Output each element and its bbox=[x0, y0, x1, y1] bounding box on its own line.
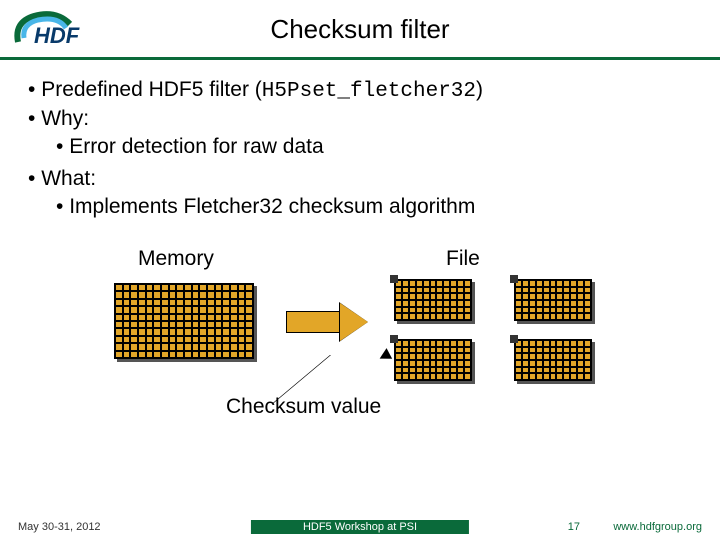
code-func: H5Pset_fletcher32 bbox=[262, 80, 476, 103]
slide-footer: May 30-31, 2012 HDF5 Workshop at PSI 17 … bbox=[0, 520, 720, 540]
bullet-why: Why: bbox=[28, 107, 692, 131]
footer-page-number: 17 bbox=[568, 521, 580, 533]
slide-content: Predefined HDF5 filter (H5Pset_fletcher3… bbox=[0, 60, 720, 467]
slide-title: Checksum filter bbox=[0, 0, 720, 45]
checksum-tag-icon bbox=[390, 335, 398, 343]
arrow-body bbox=[286, 311, 340, 333]
checksum-tag-icon bbox=[390, 275, 398, 283]
file-block-1 bbox=[394, 279, 472, 321]
bullet-what: What: bbox=[28, 167, 692, 191]
diagram: Memory File Checksum value bbox=[28, 247, 692, 467]
slide-header: HDF Checksum filter bbox=[0, 0, 720, 60]
subbullet-fletcher: Implements Fletcher32 checksum algorithm bbox=[56, 195, 692, 219]
subbullet-error-detect: Error detection for raw data bbox=[56, 135, 692, 159]
footer-date: May 30-31, 2012 bbox=[18, 521, 101, 533]
hdf-logo: HDF bbox=[12, 8, 92, 50]
file-block-4 bbox=[514, 339, 592, 381]
bullet-predefined: Predefined HDF5 filter (H5Pset_fletcher3… bbox=[28, 78, 692, 103]
footer-url: www.hdfgroup.org bbox=[613, 521, 702, 533]
file-block-2 bbox=[514, 279, 592, 321]
memory-block bbox=[114, 283, 254, 359]
arrow-head-icon bbox=[340, 303, 368, 341]
bullet-text-suffix: ) bbox=[476, 78, 483, 101]
checksum-tag-icon bbox=[510, 275, 518, 283]
checksum-tag-icon bbox=[510, 335, 518, 343]
svg-text:HDF: HDF bbox=[34, 23, 80, 48]
memory-label: Memory bbox=[138, 247, 214, 271]
bullet-text: Predefined HDF5 filter ( bbox=[41, 78, 262, 101]
footer-event: HDF5 Workshop at PSI bbox=[251, 520, 469, 534]
checksum-value-label: Checksum value bbox=[226, 395, 381, 419]
file-label: File bbox=[446, 247, 480, 271]
